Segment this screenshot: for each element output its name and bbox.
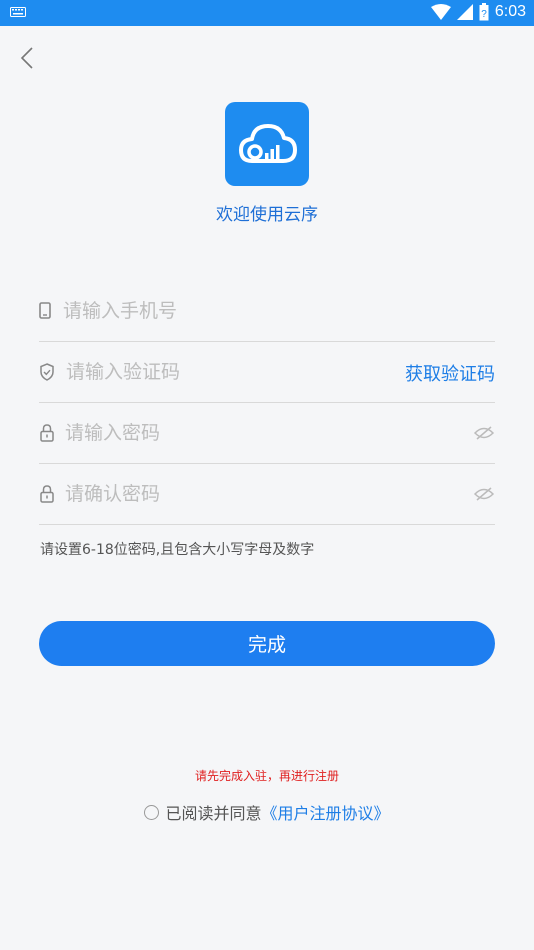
status-bar: ? 6:03 bbox=[0, 0, 534, 26]
confirm-password-field bbox=[39, 464, 495, 525]
submit-button[interactable]: 完成 bbox=[39, 621, 495, 666]
shield-icon bbox=[40, 363, 54, 381]
password-input[interactable] bbox=[65, 417, 405, 449]
phone-input[interactable] bbox=[63, 295, 403, 327]
app-logo bbox=[225, 102, 309, 186]
app-title: 欢迎使用云序 bbox=[216, 205, 318, 225]
keyboard-icon bbox=[10, 7, 26, 17]
lock-icon bbox=[40, 485, 54, 503]
password-hint: 请设置6-18位密码,且包含大小写字母及数字 bbox=[40, 542, 315, 558]
svg-text:?: ? bbox=[481, 9, 487, 20]
signal-icon bbox=[456, 4, 473, 20]
wifi-icon bbox=[430, 4, 451, 20]
agreement-radio[interactable] bbox=[144, 804, 160, 820]
battery-icon: ? bbox=[479, 3, 489, 21]
confirm-password-input[interactable] bbox=[65, 478, 405, 510]
agreement-prefix: 已阅读并同意 bbox=[165, 804, 262, 823]
agreement-link[interactable]: 《用户注册协议》 bbox=[262, 800, 390, 824]
chevron-left-icon bbox=[20, 47, 33, 69]
lock-icon bbox=[40, 424, 54, 442]
status-time: 6:03 bbox=[494, 3, 526, 20]
code-field: 获取验证码 bbox=[39, 342, 495, 403]
phone-icon bbox=[39, 302, 51, 319]
get-code-button[interactable]: 获取验证码 bbox=[405, 360, 495, 386]
cloud-icon bbox=[239, 124, 297, 163]
eye-hidden-icon[interactable] bbox=[473, 423, 495, 443]
phone-field bbox=[39, 281, 495, 342]
password-field bbox=[39, 403, 495, 464]
code-input[interactable] bbox=[66, 356, 406, 388]
eye-hidden-icon[interactable] bbox=[473, 484, 495, 504]
back-button[interactable] bbox=[14, 44, 42, 72]
agreement-row: 已阅读并同意 《用户注册协议》 bbox=[0, 800, 534, 824]
notice-text: 请先完成入驻，再进行注册 bbox=[194, 769, 339, 783]
